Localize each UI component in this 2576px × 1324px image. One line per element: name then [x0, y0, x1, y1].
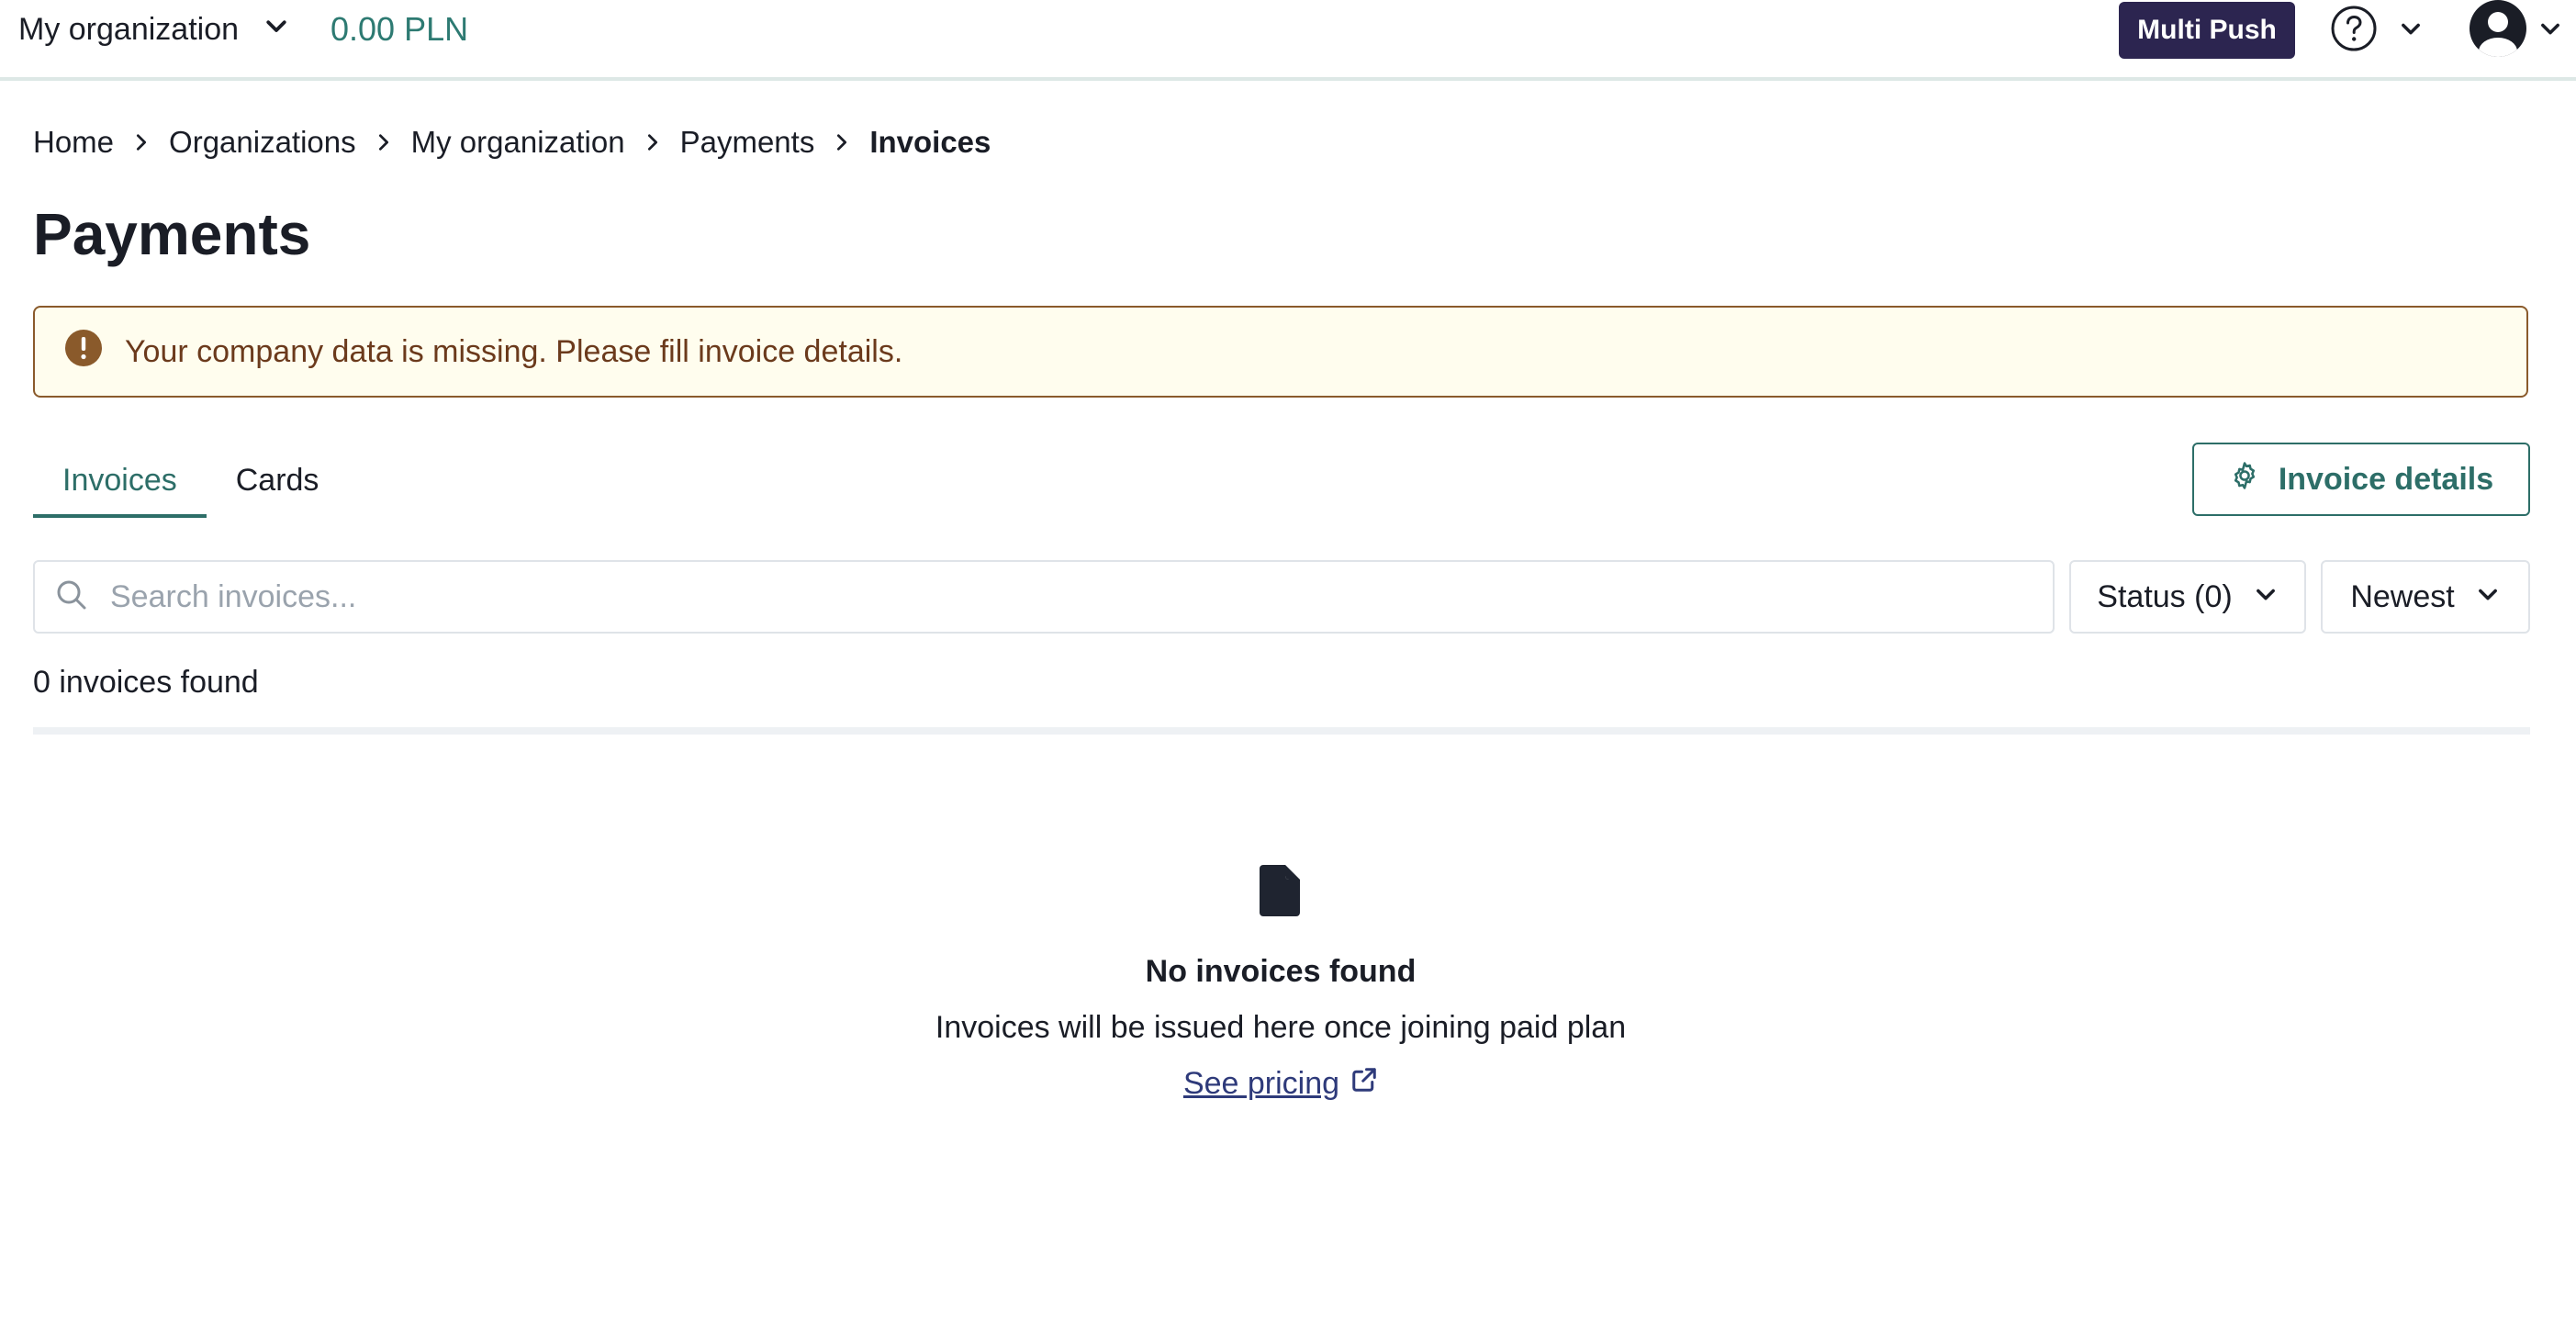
tab-cards[interactable]: Cards: [207, 446, 349, 518]
page-title: Payments: [33, 201, 311, 267]
search-box: [33, 560, 2055, 634]
missing-company-data-alert: Your company data is missing. Please fil…: [33, 306, 2528, 398]
user-avatar-icon: [2468, 0, 2528, 63]
multi-push-button[interactable]: Multi Push: [2119, 2, 2295, 59]
empty-state: No invoices found Invoices will be issue…: [0, 863, 2561, 1102]
payments-tabs: Invoices Cards: [33, 446, 348, 518]
breadcrumb-current: Invoices: [869, 125, 991, 159]
chevron-down-icon: [2475, 579, 2501, 615]
gear-icon: [2229, 460, 2260, 499]
chevron-right-icon: [114, 132, 169, 152]
chevron-down-icon: [2537, 16, 2563, 46]
organization-switcher[interactable]: My organization: [18, 7, 290, 51]
breadcrumb-my-organization[interactable]: My organization: [411, 125, 625, 160]
breadcrumb-organizations[interactable]: Organizations: [169, 125, 356, 160]
user-menu[interactable]: [2468, 0, 2563, 61]
sort-button[interactable]: Newest: [2321, 560, 2530, 634]
external-link-icon: [1350, 1066, 1378, 1102]
search-icon: [53, 577, 90, 618]
status-filter-button[interactable]: Status (0): [2069, 560, 2306, 634]
see-pricing-link[interactable]: See pricing: [1183, 1066, 1378, 1102]
alert-message: Your company data is missing. Please fil…: [125, 333, 903, 369]
chevron-right-icon: [356, 132, 411, 152]
status-filter-label: Status (0): [2097, 578, 2233, 614]
result-count: 0 invoices found: [33, 665, 259, 700]
search-input[interactable]: [110, 569, 1946, 624]
document-icon: [1258, 863, 1304, 923]
breadcrumb: Home Organizations My organization Payme…: [33, 119, 991, 165]
chevron-down-icon: [2253, 579, 2279, 615]
tab-invoices[interactable]: Invoices: [33, 446, 207, 518]
breadcrumb-home[interactable]: Home: [33, 125, 114, 160]
chevron-right-icon: [814, 132, 869, 152]
divider: [33, 727, 2530, 735]
invoice-details-label: Invoice details: [2278, 461, 2494, 497]
empty-state-title: No invoices found: [1145, 954, 1417, 989]
sort-label: Newest: [2350, 578, 2455, 614]
help-menu[interactable]: [2330, 2, 2424, 59]
chevron-down-icon: [263, 12, 290, 48]
breadcrumb-payments[interactable]: Payments: [680, 125, 815, 160]
chevron-right-icon: [625, 132, 680, 152]
empty-state-subtitle: Invoices will be issued here once joinin…: [935, 1010, 1627, 1045]
organization-name: My organization: [18, 11, 240, 47]
top-bar: My organization 0.00 PLN Multi Push: [0, 0, 2576, 81]
chevron-down-icon: [2398, 16, 2424, 46]
exclamation-circle-icon: [64, 329, 103, 376]
invoice-details-button[interactable]: Invoice details: [2192, 443, 2530, 516]
account-balance: 0.00 PLN: [330, 10, 469, 48]
help-circle-icon: [2330, 5, 2378, 57]
see-pricing-label: See pricing: [1182, 1066, 1340, 1101]
